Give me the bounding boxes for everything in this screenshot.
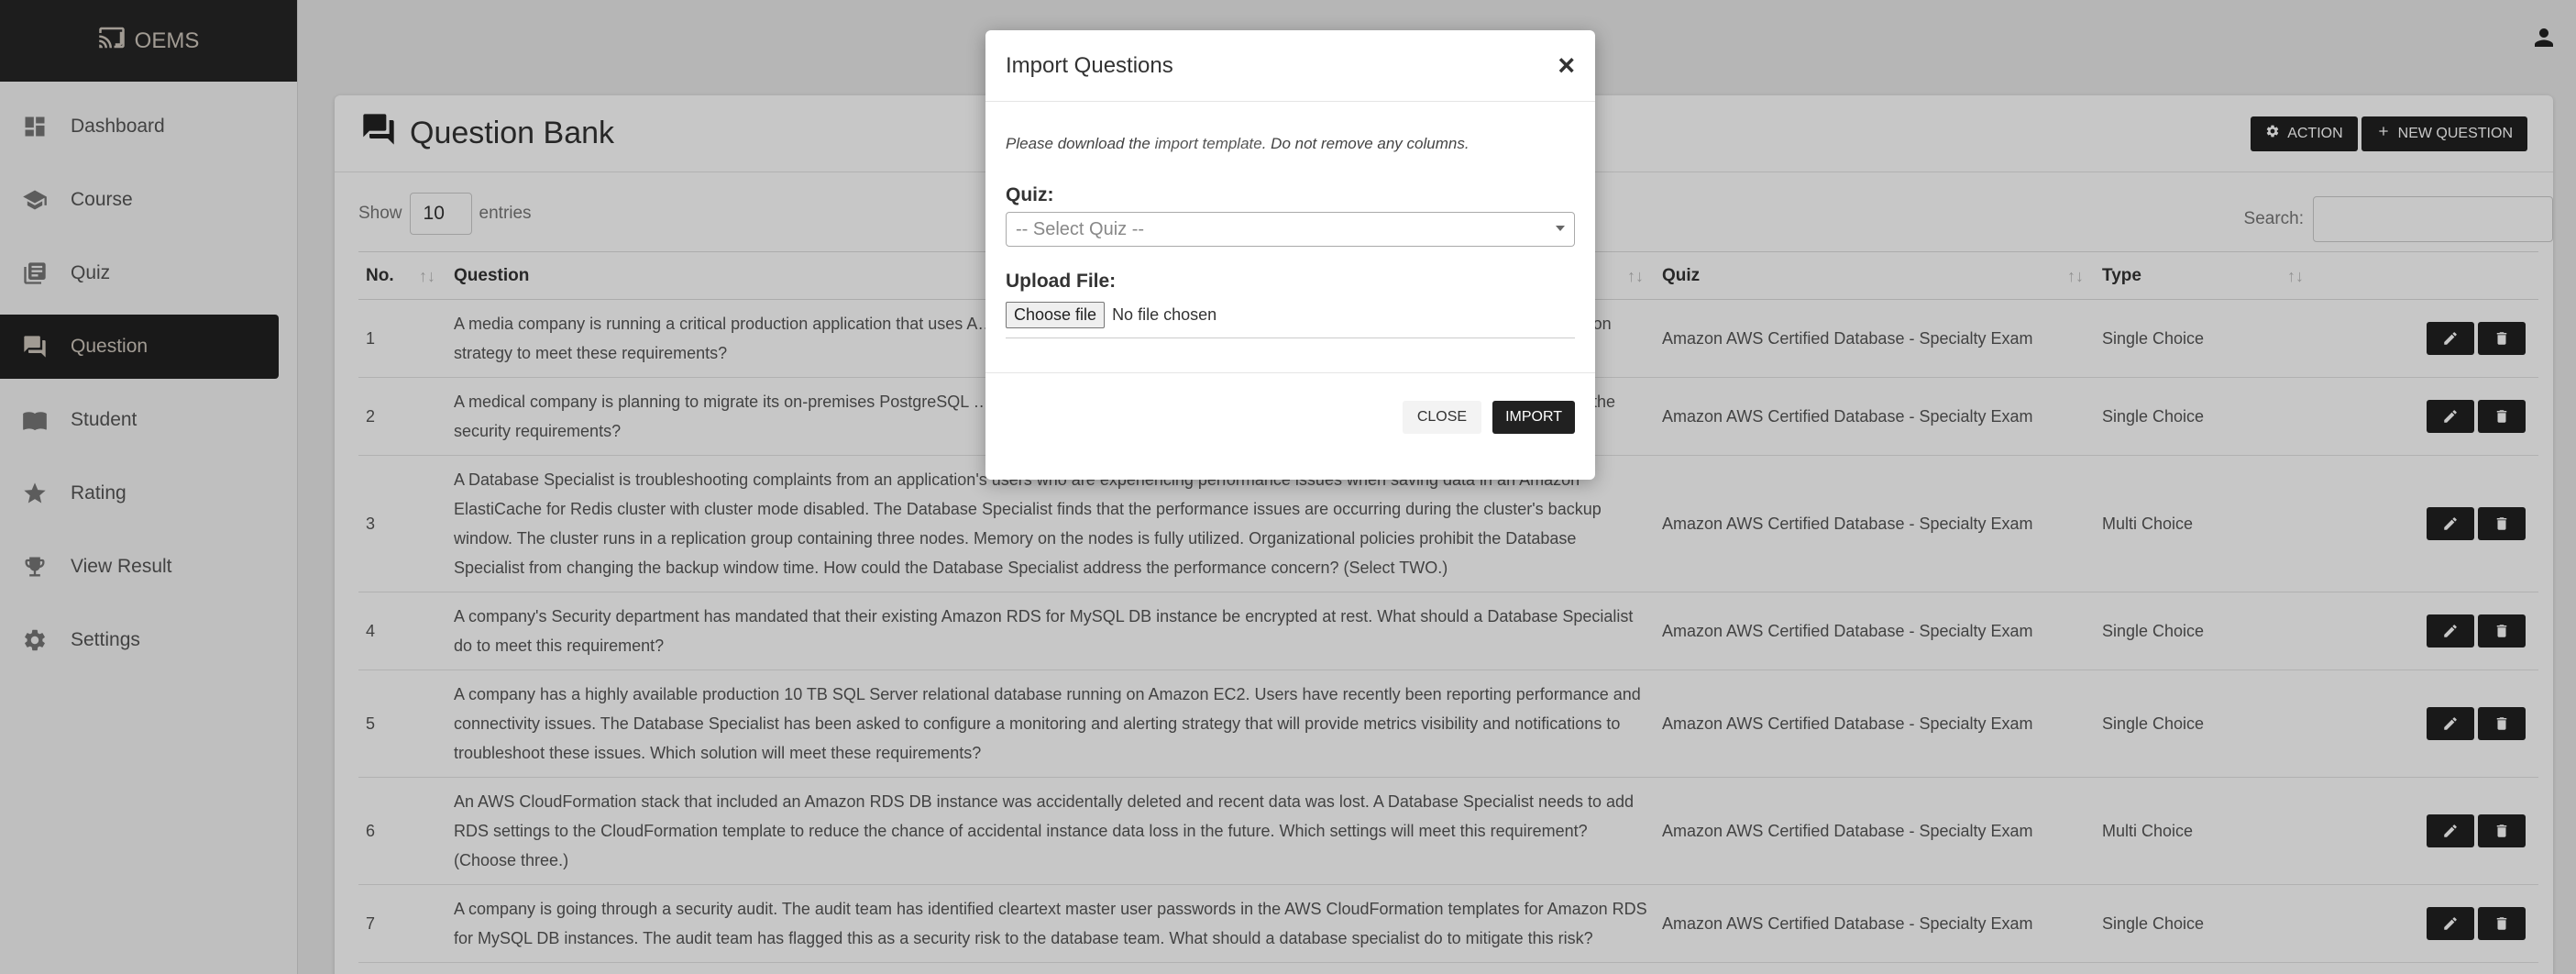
import-hint: Please download the import template. Do …: [1006, 135, 1575, 153]
hint-prefix: Please download the: [1006, 135, 1155, 152]
no-file-text: No file chosen: [1112, 305, 1217, 324]
modal-footer: CLOSE IMPORT: [985, 372, 1595, 480]
modal-title: Import Questions: [1006, 52, 1173, 78]
quiz-select-placeholder: -- Select Quiz --: [1016, 218, 1145, 239]
import-button[interactable]: IMPORT: [1492, 401, 1575, 434]
file-input: Choose file No file chosen: [1006, 302, 1575, 338]
quiz-select[interactable]: -- Select Quiz --: [1006, 212, 1575, 247]
modal-body: Please download the import template. Do …: [985, 102, 1595, 338]
choose-file-button[interactable]: Choose file: [1006, 302, 1106, 328]
modal-header: Import Questions ×: [985, 30, 1595, 102]
close-button[interactable]: CLOSE: [1402, 401, 1482, 434]
close-icon[interactable]: ×: [1558, 49, 1575, 83]
hint-suffix: . Do not remove any columns.: [1261, 135, 1470, 152]
import-template-link[interactable]: import template: [1155, 135, 1262, 152]
quiz-label: Quiz:: [1006, 184, 1054, 205]
upload-file-label: Upload File:: [1006, 271, 1117, 292]
chevron-down-icon: [1556, 226, 1565, 231]
import-questions-modal: Import Questions × Please download the i…: [985, 30, 1595, 480]
